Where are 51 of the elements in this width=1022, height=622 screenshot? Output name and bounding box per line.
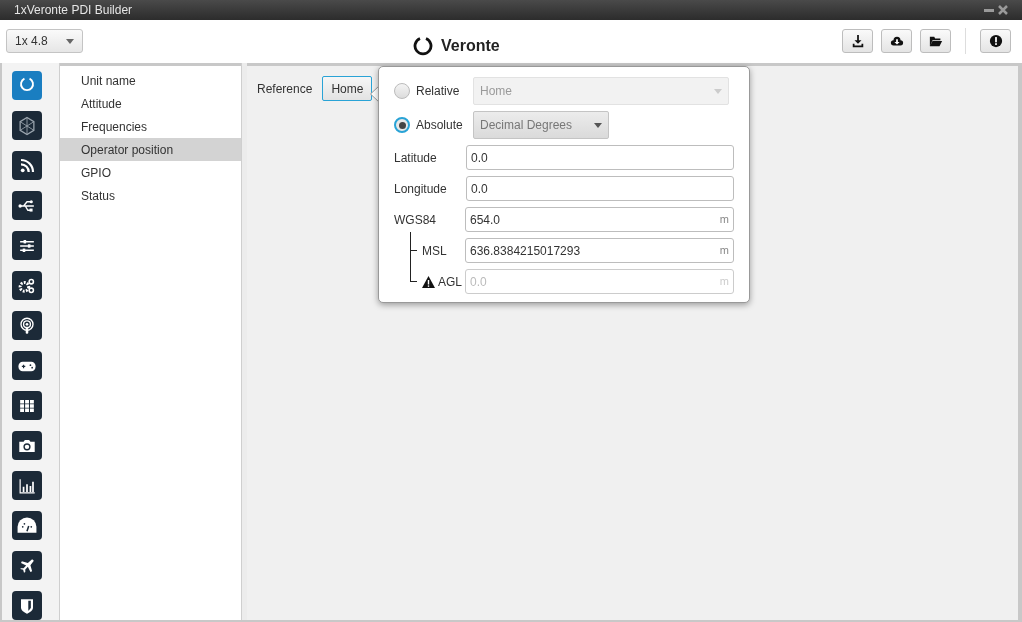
text-field[interactable]: 654.0 m [465, 207, 734, 232]
reference-button[interactable]: Home [322, 76, 373, 101]
section-list-item[interactable]: Status [60, 184, 241, 207]
section-list-item[interactable]: GPIO [60, 161, 241, 184]
airplane-nav-button[interactable] [12, 551, 42, 580]
caret-icon [66, 38, 74, 44]
bar-chart-nav-button[interactable] [12, 471, 42, 500]
section-list-item[interactable]: Operator position [60, 138, 241, 161]
section-list-item[interactable]: Frequencies [60, 115, 241, 138]
ring-logo-icon [413, 35, 433, 56]
reference-label: Reference [257, 80, 313, 98]
caret-icon [714, 88, 722, 94]
unit-label: m [719, 212, 729, 228]
text-field[interactable]: 636.8384215017293 m [465, 238, 734, 263]
alert-icon [988, 34, 1003, 49]
grid-nav-button[interactable] [12, 391, 42, 420]
field-label: Longitude [394, 180, 448, 198]
radio-option[interactable]: Relative [394, 82, 473, 100]
download-button[interactable] [842, 29, 873, 54]
section-list-item[interactable]: Attitude [60, 92, 241, 115]
text-field[interactable]: 0.0 [466, 145, 734, 170]
hexagon-nav-button[interactable] [12, 111, 42, 140]
caret-icon [594, 122, 602, 128]
folder-icon [928, 34, 943, 49]
alert-button[interactable] [980, 29, 1011, 54]
podcast-nav-button[interactable] [12, 311, 42, 340]
window-title: 1xVeronte PDI Builder [14, 1, 133, 19]
text-field[interactable]: 0.0 [466, 176, 734, 201]
field-label: AGL [438, 273, 462, 291]
section-list-item[interactable]: Unit name [60, 69, 241, 92]
field-label: MSL [422, 242, 447, 260]
camera-nav-button[interactable] [12, 431, 42, 460]
gauge-nav-button[interactable] [12, 511, 42, 540]
cloud-download-button[interactable] [881, 29, 912, 54]
gears-nav-button[interactable] [12, 271, 42, 300]
ring-nav-button[interactable] [12, 71, 42, 100]
dropdown[interactable]: Decimal Degrees [473, 111, 609, 139]
field-label: WGS84 [394, 211, 437, 229]
app-title: Veronte [441, 35, 500, 56]
rss-nav-button[interactable] [12, 151, 42, 180]
sliders-nav-button[interactable] [12, 231, 42, 260]
unit-label: m [719, 243, 729, 259]
radio-option[interactable]: Absolute [394, 116, 473, 134]
version-dropdown[interactable]: 1x 4.8 [6, 29, 83, 54]
shield-nav-button[interactable] [12, 591, 42, 620]
usb-nav-button[interactable] [12, 191, 42, 220]
close-icon[interactable] [998, 4, 1008, 15]
gamepad-nav-button[interactable] [12, 351, 42, 380]
download-icon [850, 34, 865, 49]
field-label: Latitude [394, 149, 438, 167]
folder-button[interactable] [920, 29, 951, 54]
